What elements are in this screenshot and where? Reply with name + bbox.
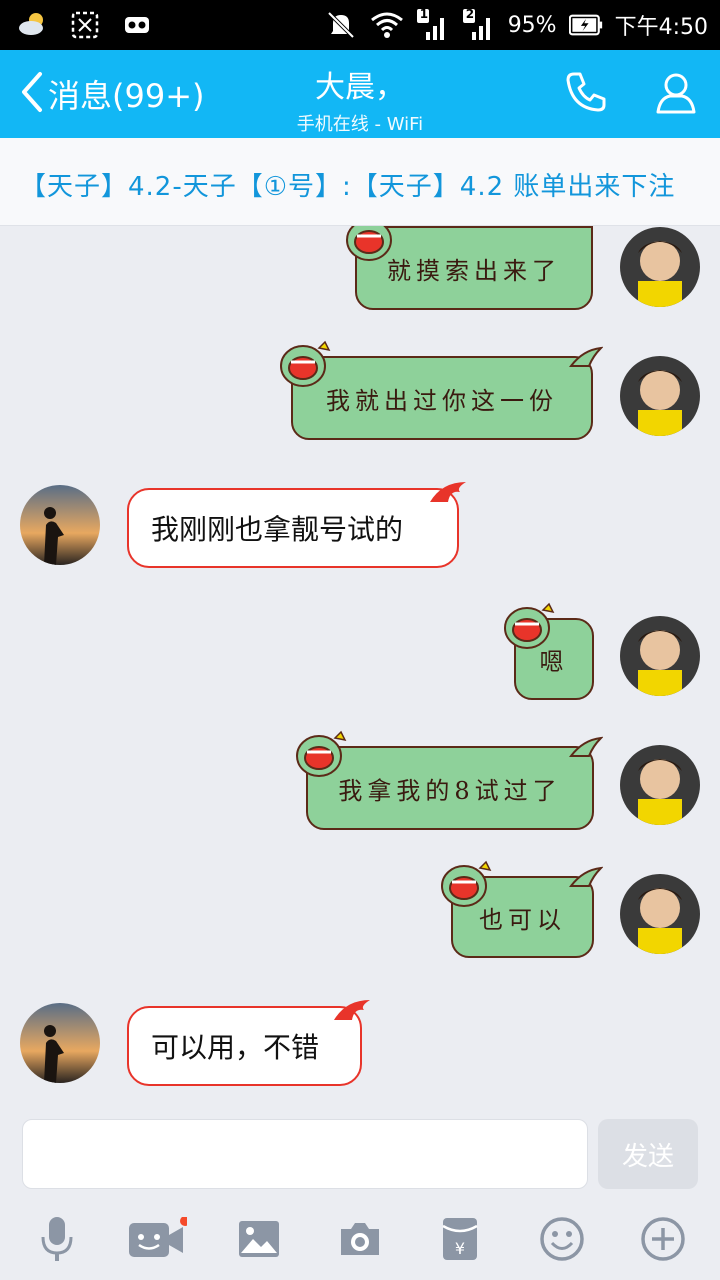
tail-icon (569, 346, 603, 367)
dino-sticker-icon (346, 226, 392, 261)
weather-icon (16, 8, 50, 42)
chat-toolbar: ¥ (0, 1204, 720, 1280)
camera-button[interactable] (330, 1214, 390, 1264)
chevron-left-icon (18, 70, 44, 118)
sim2-label: 2 (465, 7, 475, 21)
call-button[interactable] (560, 68, 612, 120)
profile-button[interactable] (650, 68, 702, 120)
message-bubble[interactable]: 我刚刚也拿靓号试的 (127, 488, 459, 568)
voicemail-icon (120, 8, 154, 42)
emoji-icon (540, 1217, 584, 1261)
message-input[interactable] (22, 1119, 588, 1189)
screenshot-icon (68, 8, 102, 42)
dino-sticker-icon (280, 340, 331, 387)
flame-sticker-icon (430, 482, 466, 502)
self-avatar[interactable] (620, 616, 700, 696)
voice-button[interactable] (27, 1214, 87, 1264)
status-right-icons: 1 2 95% 下午4:50 (324, 0, 708, 50)
status-left-icons (16, 8, 154, 42)
battery-charging-icon (568, 8, 603, 42)
contact-avatar[interactable] (20, 485, 100, 565)
sim1-label: 1 (419, 7, 429, 21)
input-area: 发送 ¥ (0, 1106, 720, 1280)
message-list[interactable]: 就摸索出来了 我就出过你这一份 我刚刚也拿靓号试的 嗯 我拿我的8试过了 也可以… (0, 226, 720, 1106)
svg-text:¥: ¥ (455, 1239, 465, 1258)
image-icon (239, 1221, 279, 1257)
self-avatar[interactable] (620, 745, 700, 825)
battery-percent: 95% (507, 12, 557, 38)
flame-sticker-icon (334, 1000, 370, 1020)
contact-status: 手机在线 - WiFi (296, 114, 424, 135)
clock: 下午4:50 (614, 15, 708, 40)
back-label: 消息(99+) (48, 77, 205, 115)
send-button[interactable]: 发送 (598, 1119, 698, 1189)
tail-icon (569, 866, 603, 887)
red-packet-icon: ¥ (442, 1218, 478, 1260)
person-icon (652, 68, 700, 120)
microphone-icon (41, 1217, 73, 1261)
message-bubble[interactable]: 我就出过你这一份 (291, 356, 593, 440)
back-button[interactable]: 消息(99+) (18, 68, 205, 120)
plus-icon (641, 1217, 685, 1261)
group-notice-bar[interactable]: 【天子】4.2-天子【①号】:【天子】4.2 账单出来下注 (0, 138, 720, 226)
emoji-button[interactable] (532, 1214, 592, 1264)
signal-sim2-icon: 2 (462, 7, 496, 42)
dino-sticker-icon (441, 860, 492, 907)
status-bar: 1 2 95% 下午4:50 (0, 0, 720, 50)
red-packet-button[interactable]: ¥ (430, 1214, 490, 1264)
more-button[interactable] (633, 1214, 693, 1264)
image-button[interactable] (229, 1214, 289, 1264)
self-avatar[interactable] (620, 227, 700, 307)
message-bubble[interactable]: 可以用，不错 (127, 1006, 362, 1086)
video-call-button[interactable] (127, 1214, 187, 1264)
wifi-icon (370, 8, 404, 42)
notice-text: 【天子】4.2-天子【①号】:【天子】4.2 账单出来下注 (20, 172, 676, 202)
camera-icon (341, 1223, 379, 1255)
self-avatar[interactable] (620, 874, 700, 954)
contact-avatar[interactable] (20, 1003, 100, 1083)
video-call-icon (129, 1217, 187, 1257)
tail-icon (569, 736, 603, 757)
dino-sticker-icon (504, 602, 555, 649)
dino-sticker-icon (296, 730, 347, 777)
mute-icon (324, 8, 358, 42)
title-block[interactable]: 大晨， 手机在线 - WiFi (210, 62, 510, 136)
signal-sim1-icon: 1 (416, 7, 450, 42)
self-avatar[interactable] (620, 356, 700, 436)
phone-icon (562, 68, 610, 120)
chat-header: 消息(99+) 大晨， 手机在线 - WiFi (0, 50, 720, 138)
contact-name: 大晨， (315, 70, 405, 105)
